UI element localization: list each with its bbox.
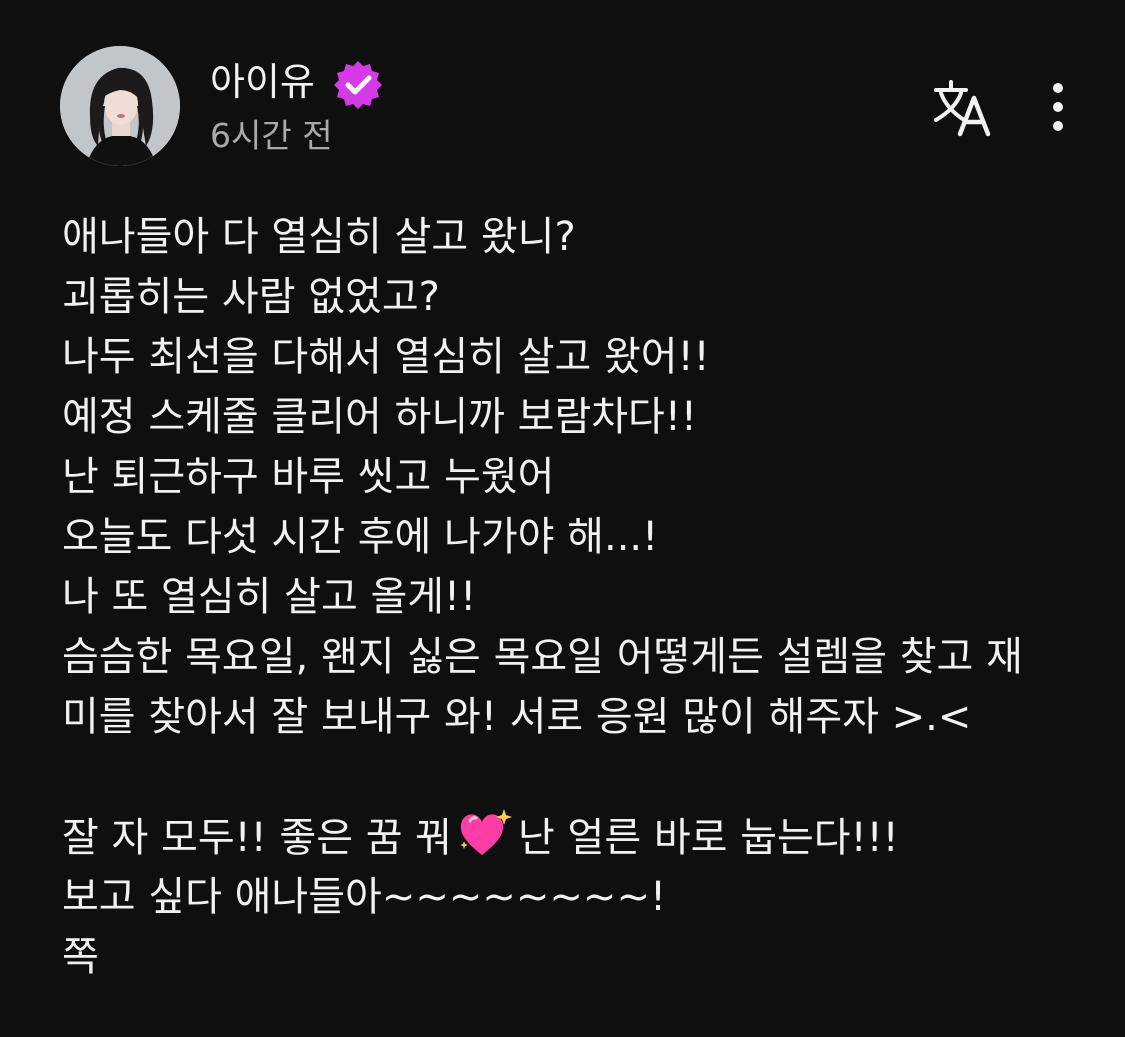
body-line: 보고 싶다 애나들아~~~~~~~~! [62,874,666,920]
translate-button[interactable] [928,78,994,140]
post-card: 아이유 6시간 전 애나들아 다 열심히 살고 왔니? 괴롭히는 사람 없었고?… [0,0,1125,1037]
post-body: 애나들아 다 열심히 살고 왔니? 괴롭히는 사람 없었고? 나두 최선을 다해… [62,207,1082,987]
body-line: 예정 스케줄 클리어 하니까 보람차다!! [62,394,697,440]
verified-badge-icon [334,61,382,109]
sparkling-heart-icon [460,809,513,855]
body-line: 미를 찾아서 잘 보내구 와! 서로 응원 많이 해주자 >.< [62,694,972,740]
author-name[interactable]: 아이유 [210,57,315,107]
avatar[interactable] [60,46,180,166]
body-line: 쪽 [62,934,99,980]
body-line: 나두 최선을 다해서 열심히 살고 왔어!! [62,334,710,380]
body-line: 괴롭히는 사람 없었고? [62,274,440,320]
body-line: 난 퇴근하구 바루 씻고 누웠어 [62,454,555,500]
body-line: 잘 자 모두!! 좋은 꿈 꿔 난 얼른 바로 눕는다!!! [62,807,1082,867]
body-text-segment: 난 얼른 바로 눕는다!!! [518,815,899,861]
body-line: 애나들아 다 열심히 살고 왔니? [62,214,576,260]
body-line: 오늘도 다섯 시간 후에 나가야 해...! [62,514,659,560]
body-line: 나 또 열심히 살고 올게!! [62,574,477,620]
body-text-segment: 잘 자 모두!! 좋은 꿈 꿔 [62,815,453,861]
post-time: 6시간 전 [210,116,333,155]
more-vertical-icon [1053,83,1063,131]
translate-icon [934,80,991,137]
body-line: 슴슴한 목요일, 왠지 싫은 목요일 어떻게든 설렘을 찾고 재 [62,634,1023,680]
avatar-image [60,46,180,166]
more-options-button[interactable] [1036,78,1080,140]
